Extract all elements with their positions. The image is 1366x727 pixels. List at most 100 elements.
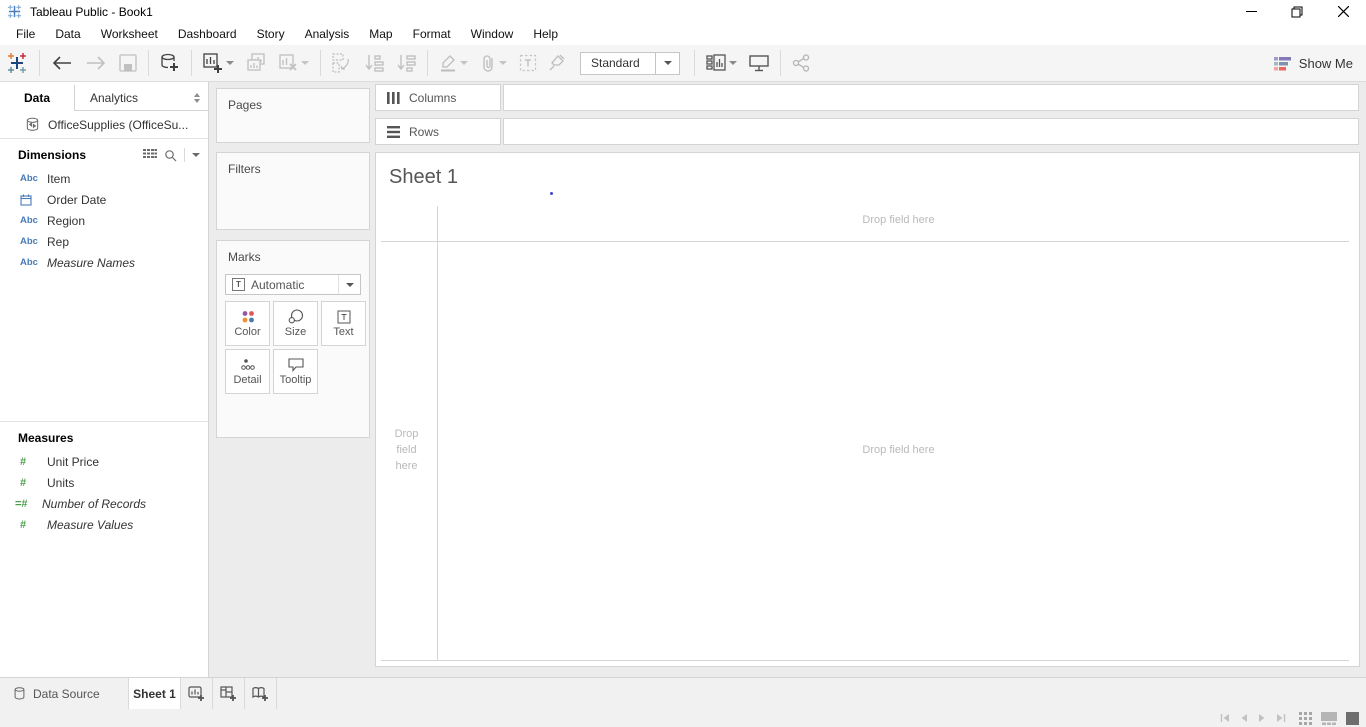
data-source-tab[interactable]: Data Source — [0, 678, 129, 709]
menu-window[interactable]: Window — [461, 23, 524, 45]
view-switcher — [1299, 709, 1359, 727]
size-label: Size — [284, 326, 307, 338]
group-members-button[interactable] — [474, 45, 513, 81]
highlight-caret[interactable] — [460, 61, 468, 65]
size-icon — [288, 309, 303, 324]
last-sheet-button[interactable] — [1276, 713, 1286, 723]
restore-button[interactable] — [1274, 0, 1320, 23]
fit-selector[interactable]: Standard — [580, 51, 680, 75]
show-hide-cards-caret[interactable] — [729, 61, 737, 65]
view-as-list-icon[interactable] — [143, 149, 157, 161]
pane-updown-icon[interactable] — [194, 92, 200, 103]
menu-story[interactable]: Story — [247, 23, 295, 45]
undo-button[interactable] — [45, 45, 79, 81]
group-members-caret[interactable] — [499, 61, 507, 65]
tab-analytics-label: Analytics — [90, 90, 139, 105]
drop-field-main-target[interactable]: Drop field here — [438, 444, 1359, 456]
measure-field-unit-price[interactable]: # Unit Price — [0, 451, 208, 472]
marks-card: Marks T Automatic Color Size Text Detail… — [216, 240, 370, 438]
menu-dashboard[interactable]: Dashboard — [168, 23, 247, 45]
column-header-divider — [381, 241, 1349, 242]
menu-help[interactable]: Help — [523, 23, 568, 45]
sort-ascending-button[interactable] — [358, 45, 390, 81]
menu-file[interactable]: File — [6, 23, 45, 45]
detail-button[interactable]: Detail — [225, 349, 270, 394]
mark-type-dropdown[interactable]: T Automatic — [225, 274, 361, 295]
fix-axes-button[interactable] — [543, 45, 571, 81]
dimension-field-rep[interactable]: Abc Rep — [0, 231, 208, 252]
tab-analytics[interactable]: Analytics — [74, 85, 208, 111]
new-worksheet-button[interactable] — [197, 45, 240, 81]
close-button[interactable] — [1320, 0, 1366, 23]
columns-shelf[interactable] — [503, 84, 1359, 111]
measure-field-measure-values[interactable]: # Measure Values — [0, 514, 208, 535]
dimensions-header: Dimensions — [0, 142, 208, 168]
tableau-logo-button[interactable] — [0, 45, 34, 81]
show-hide-cards-button[interactable] — [700, 45, 743, 81]
tableau-app-icon — [7, 4, 22, 19]
sheet1-tab[interactable]: Sheet 1 — [129, 678, 181, 709]
menu-format[interactable]: Format — [403, 23, 461, 45]
drop-field-rows-target[interactable]: Drop field here — [376, 426, 437, 474]
show-filmstrip-button[interactable] — [1321, 711, 1337, 725]
new-data-source-button[interactable] — [154, 45, 186, 81]
measures-section: Measures # Unit Price # Units =# Number … — [0, 421, 208, 535]
pages-card[interactable]: Pages — [216, 88, 370, 143]
text-button[interactable]: Text — [321, 301, 366, 346]
clear-sheet-caret[interactable] — [301, 61, 309, 65]
clear-sheet-button[interactable] — [272, 45, 315, 81]
new-story-tab-button[interactable] — [245, 678, 277, 709]
calculated-number-field-icon: =# — [15, 497, 28, 510]
datasource-item[interactable]: OfficeSupplies (OfficeSu... — [0, 111, 208, 138]
measure-field-units[interactable]: # Units — [0, 472, 208, 493]
sort-descending-button[interactable] — [390, 45, 422, 81]
new-worksheet-tab-button[interactable] — [181, 678, 213, 709]
previous-sheet-button[interactable] — [1240, 713, 1248, 723]
menu-bar: File Data Worksheet Dashboard Story Anal… — [0, 23, 1366, 45]
dimensions-menu-caret[interactable] — [192, 153, 200, 157]
menu-data[interactable]: Data — [45, 23, 90, 45]
minimize-button[interactable] — [1228, 0, 1274, 23]
new-dashboard-tab-button[interactable] — [213, 678, 245, 709]
number-field-icon: # — [20, 476, 27, 489]
highlight-button[interactable] — [433, 45, 474, 81]
measure-field-number-of-records[interactable]: =# Number of Records — [0, 493, 208, 514]
fit-selector-caret[interactable] — [655, 52, 679, 74]
rows-shelf[interactable] — [503, 118, 1359, 145]
field-label: Rep — [47, 234, 70, 249]
tooltip-button[interactable]: Tooltip — [273, 349, 318, 394]
size-button[interactable]: Size — [273, 301, 318, 346]
menu-analysis[interactable]: Analysis — [295, 23, 360, 45]
dimension-field-item[interactable]: Abc Item — [0, 168, 208, 189]
tooltip-icon — [287, 357, 304, 372]
show-mark-labels-button[interactable] — [513, 45, 543, 81]
show-me-button[interactable]: Show Me — [1273, 45, 1353, 82]
show-sheet-sorter-button[interactable] — [1299, 711, 1312, 725]
duplicate-button[interactable] — [240, 45, 272, 81]
text-field-icon: Abc — [20, 257, 38, 268]
first-sheet-button[interactable] — [1220, 713, 1230, 723]
menu-map[interactable]: Map — [359, 23, 402, 45]
tab-data[interactable]: Data — [0, 85, 74, 111]
pages-card-label: Pages — [228, 98, 263, 112]
dimension-field-order-date[interactable]: Order Date — [0, 189, 208, 210]
toolbar-separator — [39, 50, 40, 76]
dimension-field-measure-names[interactable]: Abc Measure Names — [0, 252, 208, 273]
save-button[interactable] — [113, 45, 143, 81]
drop-field-columns-target[interactable]: Drop field here — [438, 214, 1359, 226]
swap-rows-columns-button[interactable] — [326, 45, 358, 81]
filters-card[interactable]: Filters — [216, 152, 370, 230]
mark-type-caret[interactable] — [338, 275, 360, 294]
next-sheet-button[interactable] — [1258, 713, 1266, 723]
dimension-field-region[interactable]: Abc Region — [0, 210, 208, 231]
new-worksheet-caret[interactable] — [226, 61, 234, 65]
share-button[interactable] — [786, 45, 816, 81]
search-icon[interactable] — [164, 149, 177, 162]
sheet-canvas[interactable]: Sheet 1 Drop field here Drop field here … — [375, 152, 1360, 667]
presentation-mode-button[interactable] — [743, 45, 775, 81]
redo-button[interactable] — [79, 45, 113, 81]
color-button[interactable]: Color — [225, 301, 270, 346]
rows-label: Rows — [409, 124, 440, 139]
menu-worksheet[interactable]: Worksheet — [91, 23, 168, 45]
show-tabs-button[interactable] — [1346, 711, 1359, 725]
